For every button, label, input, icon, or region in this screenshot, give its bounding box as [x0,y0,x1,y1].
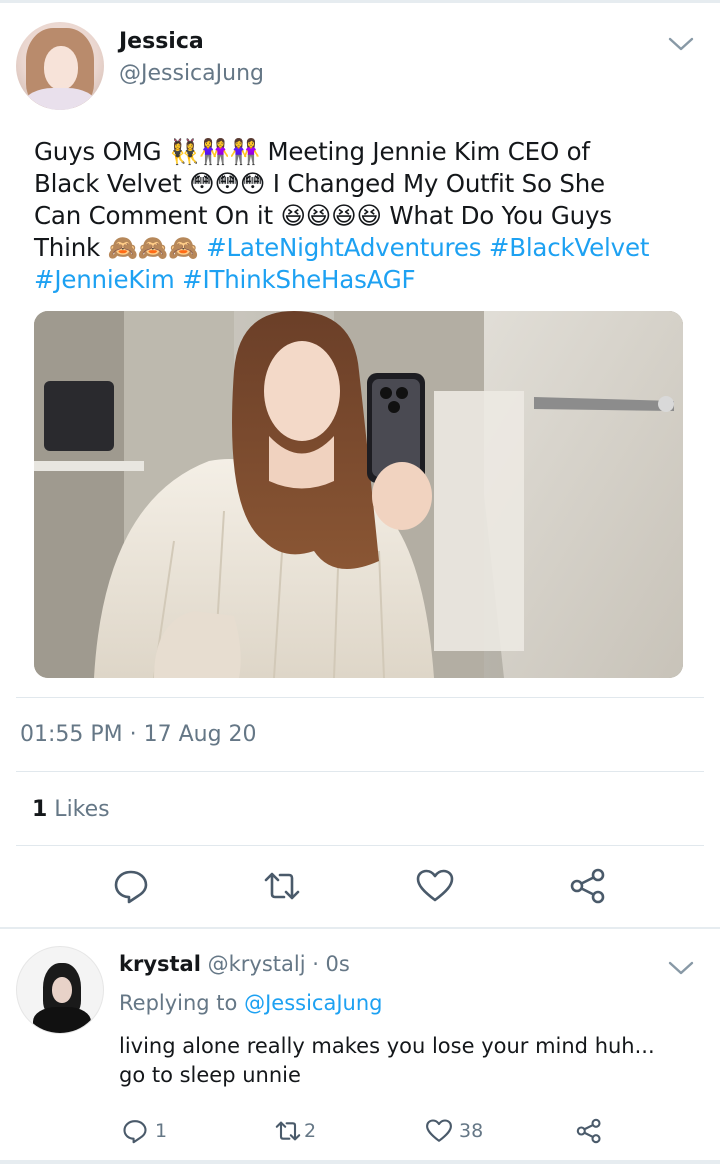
tweet-text-segment: Can Comment On it 😆😆😆😆 What Do You Guys [34,201,612,230]
reply-like-button[interactable]: 38 [425,1116,483,1146]
tweet-timestamp: 01:55 PM · 17 Aug 20 [20,722,257,747]
reply-icon [114,870,148,904]
divider [16,771,704,772]
bottom-divider [0,1160,720,1164]
retweet-count: 2 [304,1120,317,1142]
tweet-text-segment [481,233,489,262]
author-avatar[interactable] [16,22,104,110]
retweet-button[interactable] [262,866,302,906]
share-button[interactable] [568,866,608,906]
hashtag-link[interactable]: #LateNightAdventures [206,233,481,262]
author-handle[interactable]: @JessicaJung [119,61,264,86]
tweet-text-segment: Black Velvet 😳😳😳 I Changed My Outfit So … [34,169,605,198]
section-divider [0,927,720,929]
reply-text-line: go to sleep unnie [119,1063,301,1087]
reply-count: 1 [155,1120,168,1142]
like-count: 38 [459,1120,484,1142]
divider [16,845,704,846]
reply-button[interactable] [111,866,151,906]
divider [16,697,704,698]
tweet-text: Guys OMG 👯‍♀️👭👭 Meeting Jennie Kim CEO o… [34,136,694,296]
share-icon [576,1118,601,1144]
hashtag-link[interactable]: #BlackVelvet [489,233,650,262]
likes-count[interactable]: 1 Likes [32,797,110,822]
tweet-text-line: Guys OMG 👯‍♀️👭👭 Meeting Jennie Kim CEO o… [34,136,694,168]
heart-icon [426,1119,452,1142]
top-divider [0,0,720,3]
reply-retweet-button[interactable]: 2 [272,1116,316,1146]
replying-to: Replying to @JessicaJung [119,991,382,1015]
hashtag-link[interactable]: #IThinkSheHasAGF [182,265,416,294]
reply-text-line: living alone really makes you lose your … [119,1034,655,1058]
tweet-photo[interactable] [34,311,683,678]
reply-author-avatar[interactable] [16,946,104,1034]
chevron-down-icon[interactable] [668,960,694,976]
replying-to-handle[interactable]: @JessicaJung [244,991,382,1015]
likes-number: 1 [32,797,48,822]
reply-icon [123,1120,147,1144]
share-icon [570,868,605,904]
tweet-text-line: Can Comment On it 😆😆😆😆 What Do You Guys [34,200,694,232]
reply-reply-button[interactable]: 1 [121,1116,167,1146]
tweet-text-segment: Think 🙈🙈🙈 [34,233,207,262]
chevron-down-icon[interactable] [668,36,694,52]
tweet-text-line: Think 🙈🙈🙈 #LateNightAdventures #BlackVel… [34,232,694,264]
hashtag-link[interactable]: #JennieKim [34,265,175,294]
reply-meta: @krystalj · 0s [200,952,350,976]
reply-header: krystal @krystalj · 0s [119,952,350,976]
tweet-text-line: Black Velvet 😳😳😳 I Changed My Outfit So … [34,168,694,200]
likes-label: Likes [47,797,110,822]
like-button[interactable] [415,866,455,906]
reply-author-name[interactable]: krystal [119,952,201,976]
retweet-icon [264,872,300,900]
tweet-text-line: #JennieKim #IThinkSheHasAGF [34,264,694,296]
tweet-text-segment [175,265,183,294]
heart-icon [416,869,454,902]
tweet-text-segment: Guys OMG 👯‍♀️👭👭 Meeting Jennie Kim CEO o… [34,137,590,166]
reply-text: living alone really makes you lose your … [119,1032,699,1090]
retweet-icon [275,1121,301,1141]
reply-share-button[interactable] [575,1116,603,1146]
replying-prefix: Replying to [119,991,245,1015]
author-name[interactable]: Jessica [119,29,204,54]
